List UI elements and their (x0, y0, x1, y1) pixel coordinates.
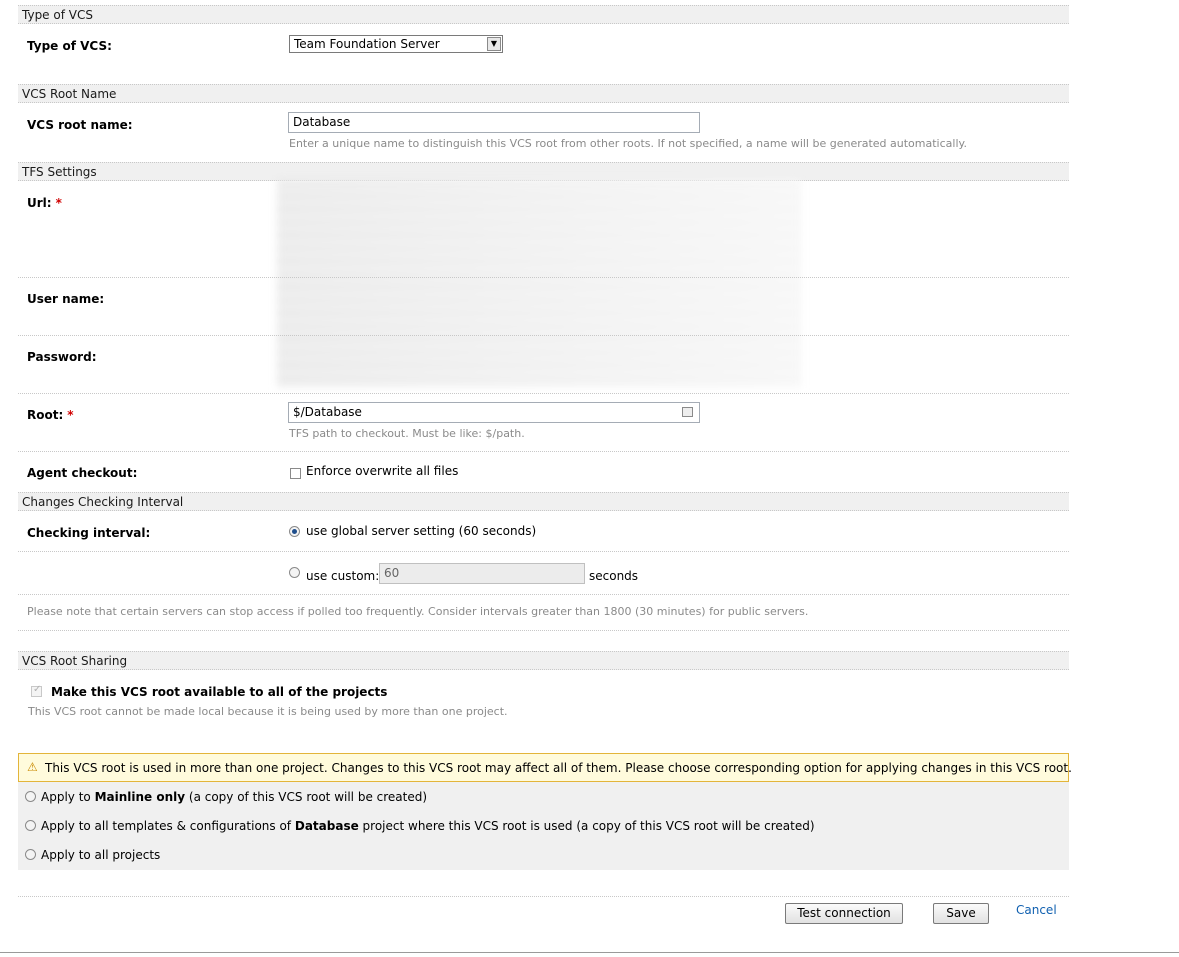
section-header-tfs-settings: TFS Settings (18, 162, 1069, 181)
test-connection-button[interactable]: Test connection (785, 903, 903, 924)
warning-text: This VCS root is used in more than one p… (45, 761, 1072, 775)
required-marker: * (55, 196, 62, 210)
separator (18, 594, 1069, 595)
separator (18, 551, 1069, 552)
warning-icon: ⚠ (27, 760, 38, 774)
enforce-overwrite-label: Enforce overwrite all files (306, 464, 459, 478)
custom-interval-radio[interactable] (289, 567, 300, 578)
global-interval-label: use global server setting (60 seconds) (306, 524, 537, 538)
separator (18, 335, 1069, 336)
redacted-credentials-area (277, 180, 801, 388)
separator (18, 630, 1069, 631)
section-header-type-of-vcs: Type of VCS (18, 5, 1069, 24)
warning-banner: ⚠ This VCS root is used in more than one… (18, 753, 1072, 782)
checking-interval-label: Checking interval: (27, 526, 151, 540)
apply-all-projects-label: Apply to all projects (41, 848, 161, 862)
save-button[interactable]: Save (933, 903, 989, 924)
root-hint: TFS path to checkout. Must be like: $/pa… (289, 427, 525, 440)
apply-mainline-radio[interactable] (25, 791, 36, 802)
required-marker: * (67, 408, 74, 422)
username-label: User name: (27, 292, 105, 306)
share-root-label: Make this VCS root available to all of t… (51, 685, 388, 699)
seconds-unit-label: seconds (589, 569, 639, 583)
global-interval-radio[interactable] (289, 526, 300, 537)
cancel-link[interactable]: Cancel (1016, 903, 1057, 917)
page-bottom-border (0, 952, 1179, 953)
separator (18, 277, 1069, 278)
root-input-value: $/Database (293, 405, 362, 419)
apply-templates-label: Apply to all templates & configurations … (41, 819, 815, 833)
vcs-root-name-hint: Enter a unique name to distinguish this … (289, 137, 967, 150)
section-header-vcs-root-sharing: VCS Root Sharing (18, 651, 1069, 670)
password-label: Password: (27, 350, 97, 364)
interval-note: Please note that certain servers can sto… (27, 605, 809, 618)
browse-tree-icon[interactable] (682, 407, 693, 417)
root-label: Root: * (27, 408, 74, 422)
apply-templates-radio[interactable] (25, 820, 36, 831)
separator (18, 451, 1069, 452)
type-of-vcs-label: Type of VCS: (27, 39, 112, 53)
apply-mainline-label: Apply to Mainline only (a copy of this V… (41, 790, 428, 804)
vcs-root-name-input[interactable]: Database (288, 112, 700, 133)
root-input[interactable]: $/Database (288, 402, 700, 423)
custom-interval-input[interactable]: 60 (379, 563, 585, 584)
agent-checkout-label: Agent checkout: (27, 466, 138, 480)
share-root-checkbox[interactable] (31, 684, 42, 697)
vcs-type-selected-value: Team Foundation Server (294, 37, 440, 51)
section-header-changes-checking-interval: Changes Checking Interval (18, 492, 1069, 511)
separator (18, 896, 1069, 897)
custom-interval-label: use custom: (306, 569, 380, 583)
chevron-down-icon[interactable]: ▼ (487, 37, 501, 51)
separator (18, 393, 1069, 394)
vcs-type-select[interactable]: Team Foundation Server ▼ (289, 35, 503, 53)
url-label: Url: * (27, 196, 62, 210)
share-root-hint: This VCS root cannot be made local becau… (28, 705, 508, 718)
apply-all-projects-radio[interactable] (25, 849, 36, 860)
enforce-overwrite-checkbox[interactable] (290, 468, 301, 479)
vcs-root-name-label: VCS root name: (27, 118, 133, 132)
section-header-vcs-root-name: VCS Root Name (18, 84, 1069, 103)
